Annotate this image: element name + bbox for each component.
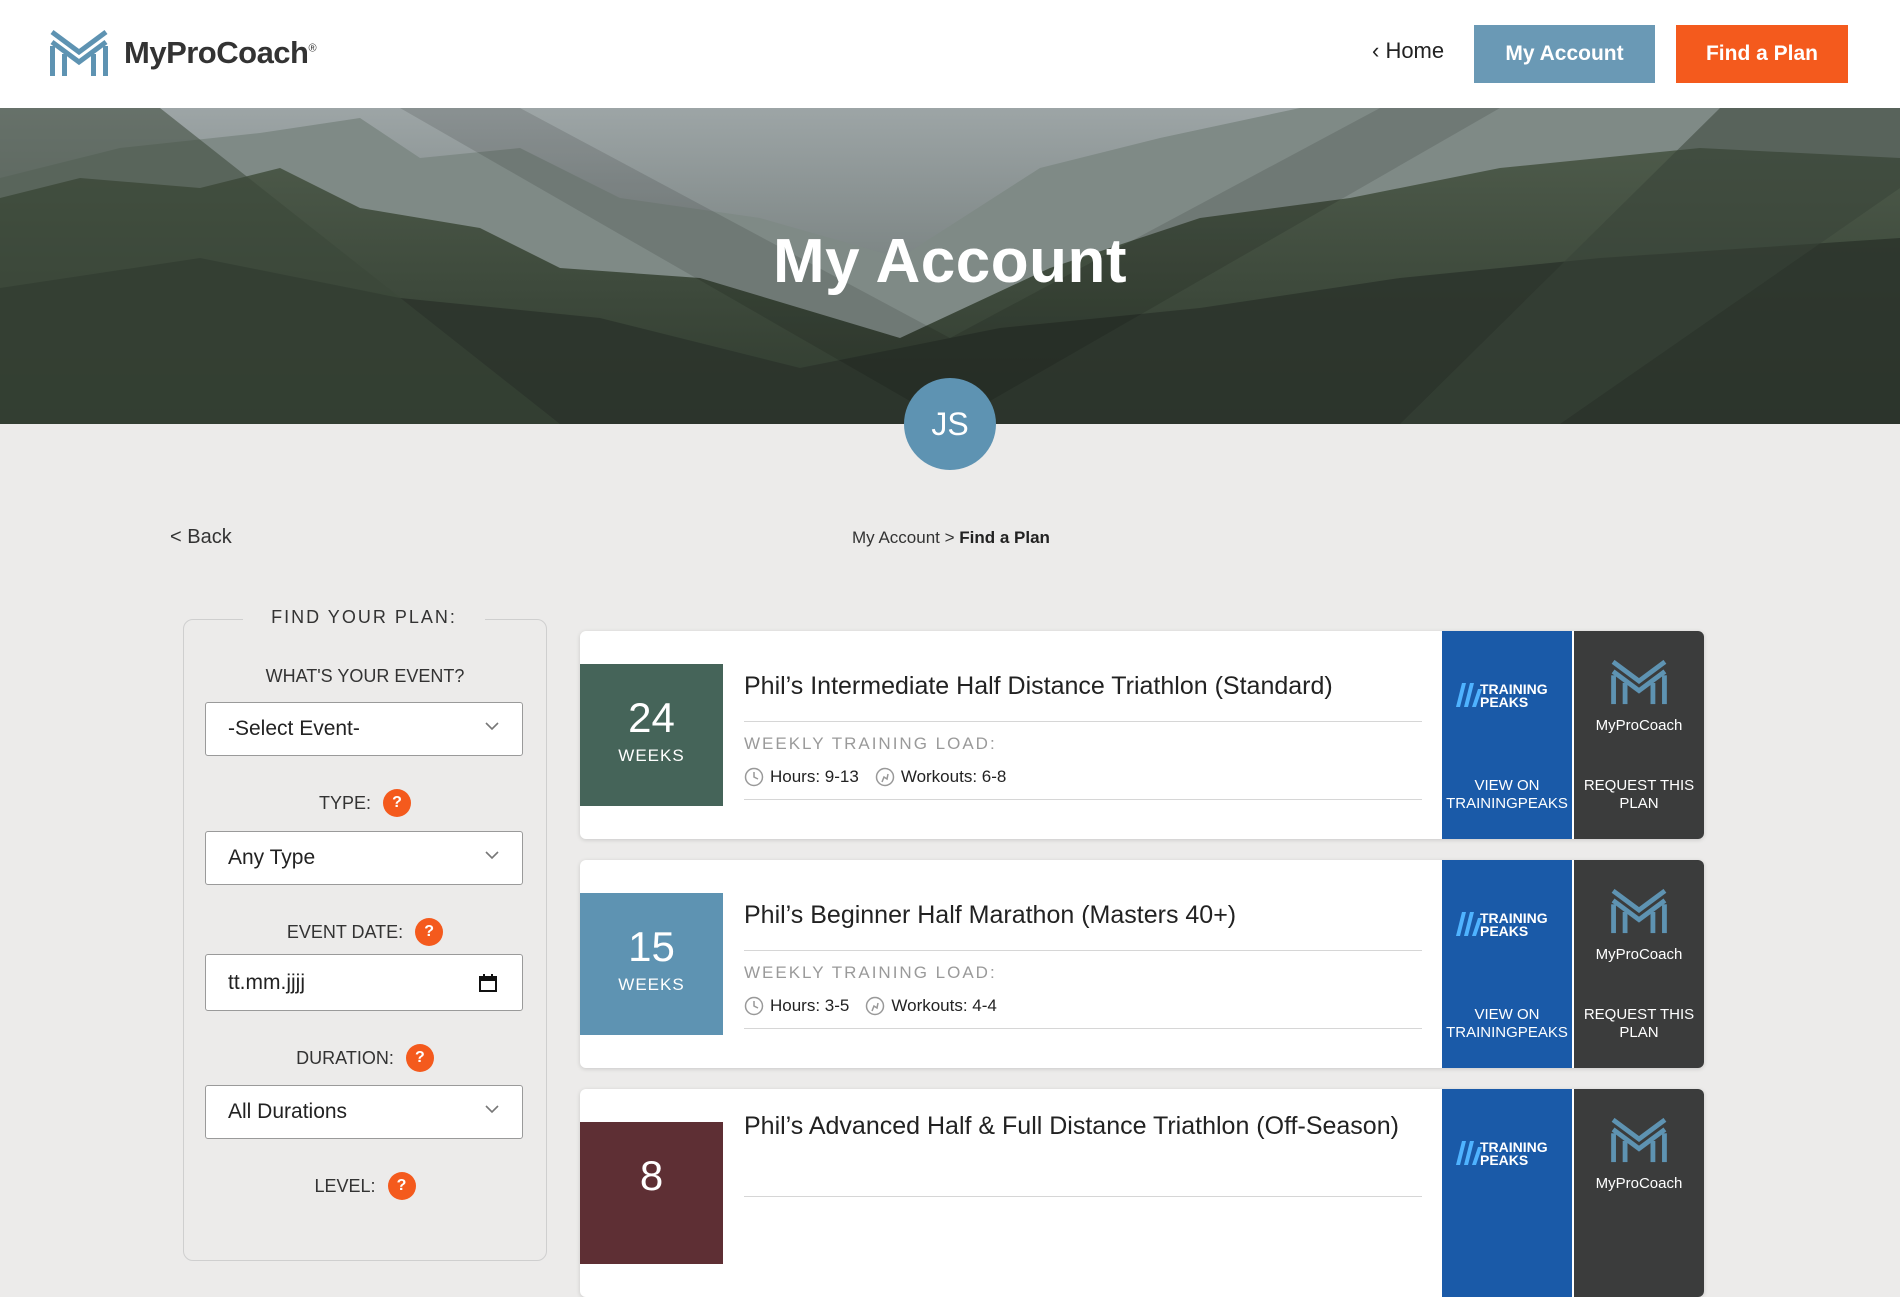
view-on-trainingpeaks-label: VIEW ON TRAININGPEAKS bbox=[1446, 777, 1568, 812]
hours-value: Hours: 3-5 bbox=[770, 996, 850, 1015]
avatar[interactable]: JS bbox=[904, 378, 996, 470]
site-header: MyProCoach® ‹ Home My Account Find a Pla… bbox=[0, 0, 1900, 108]
myprocoach-logo-icon bbox=[1611, 659, 1667, 705]
myprocoach-brand: MyProCoach bbox=[1595, 717, 1683, 734]
divider bbox=[744, 799, 1422, 800]
logo-text: MyProCoach® bbox=[124, 35, 317, 70]
type-select[interactable]: Any Type bbox=[205, 831, 523, 885]
view-on-trainingpeaks-label: VIEW ON TRAININGPEAKS bbox=[1446, 1006, 1568, 1041]
workouts-value: Workouts: 4-4 bbox=[891, 996, 997, 1015]
weeks-label: WEEKS bbox=[618, 746, 685, 765]
weeks-number: 8 bbox=[639, 1152, 664, 1199]
chevron-down-icon bbox=[485, 851, 499, 860]
divider bbox=[744, 1028, 1422, 1029]
breadcrumb-my-account[interactable]: My Account bbox=[852, 528, 940, 547]
myprocoach-logo-icon bbox=[1611, 1117, 1667, 1163]
request-plan-label: REQUEST THIS PLAN bbox=[1583, 777, 1695, 812]
type-label: TYPE:? bbox=[183, 789, 547, 817]
myprocoach-logo-icon bbox=[1611, 888, 1667, 934]
trainingpeaks-brand: TRAINING PEAKS bbox=[1480, 910, 1548, 939]
myprocoach-brand: MyProCoach bbox=[1595, 946, 1683, 963]
back-link[interactable]: < Back bbox=[170, 526, 232, 549]
weeks-badge: 8 bbox=[580, 1122, 723, 1264]
chevron-down-icon bbox=[485, 722, 499, 731]
calendar-icon[interactable] bbox=[478, 973, 498, 993]
runner-icon bbox=[875, 767, 895, 787]
find-a-plan-button[interactable]: Find a Plan bbox=[1676, 25, 1848, 83]
request-plan-button[interactable]: MyProCoach bbox=[1574, 1089, 1704, 1297]
plan-title[interactable]: Phil’s Advanced Half & Full Distance Tri… bbox=[744, 1109, 1424, 1144]
plan-title[interactable]: Phil’s Beginner Half Marathon (Masters 4… bbox=[744, 898, 1424, 933]
myprocoach-logo-icon bbox=[50, 29, 108, 76]
duration-label: DURATION:? bbox=[183, 1044, 547, 1072]
help-icon[interactable]: ? bbox=[387, 1172, 416, 1200]
request-plan-button[interactable]: MyProCoach REQUEST THIS PLAN bbox=[1574, 631, 1704, 839]
weeks-number: 15 bbox=[628, 923, 675, 970]
divider bbox=[744, 721, 1422, 722]
plan-card[interactable]: 15 WEEKS Phil’s Beginner Half Marathon (… bbox=[580, 860, 1704, 1068]
my-account-button[interactable]: My Account bbox=[1474, 25, 1655, 83]
myprocoach-brand: MyProCoach bbox=[1595, 1175, 1683, 1192]
weekly-load-label: WEEKLY TRAINING LOAD: bbox=[744, 963, 997, 982]
plan-card[interactable]: 8 Phil’s Advanced Half & Full Distance T… bbox=[580, 1089, 1704, 1297]
event-date-label: EVENT DATE:? bbox=[183, 918, 547, 946]
view-on-trainingpeaks-button[interactable]: TRAINING PEAKS VIEW ON TRAININGPEAKS bbox=[1442, 860, 1572, 1068]
event-label: WHAT'S YOUR EVENT? bbox=[265, 666, 465, 686]
plan-stats: Hours: 3-5 Workouts: 4-4 bbox=[744, 996, 997, 1016]
breadcrumb-find-a-plan: Find a Plan bbox=[959, 528, 1050, 547]
hours-value: Hours: 9-13 bbox=[770, 767, 859, 786]
divider bbox=[744, 950, 1422, 951]
nav-home-link[interactable]: ‹ Home bbox=[1372, 38, 1444, 64]
event-date-input[interactable]: tt.mm.jjjj bbox=[205, 954, 523, 1011]
breadcrumb-separator: > bbox=[939, 528, 960, 547]
divider bbox=[744, 1196, 1422, 1197]
weeks-label: WEEKS bbox=[618, 975, 685, 994]
workouts-value: Workouts: 6-8 bbox=[900, 767, 1007, 786]
help-icon[interactable]: ? bbox=[405, 1044, 434, 1072]
weeks-badge: 24 WEEKS bbox=[580, 664, 723, 806]
view-on-trainingpeaks-button[interactable]: TRAINING PEAKS VIEW ON TRAININGPEAKS bbox=[1442, 631, 1572, 839]
help-icon[interactable]: ? bbox=[415, 918, 444, 946]
weeks-number: 24 bbox=[628, 694, 675, 741]
clock-icon bbox=[744, 996, 764, 1016]
help-icon[interactable]: ? bbox=[383, 789, 411, 817]
trainingpeaks-brand: TRAINING PEAKS bbox=[1480, 681, 1548, 710]
filter-heading: FIND YOUR PLAN: bbox=[243, 607, 485, 628]
duration-select[interactable]: All Durations bbox=[205, 1085, 523, 1139]
weeks-badge: 15 WEEKS bbox=[580, 893, 723, 1035]
hero-banner: My Account bbox=[0, 108, 1900, 424]
weekly-load-label: WEEKLY TRAINING LOAD: bbox=[744, 734, 997, 753]
clock-icon bbox=[744, 767, 764, 787]
plan-stats: Hours: 9-13 Workouts: 6-8 bbox=[744, 767, 1006, 787]
plan-card[interactable]: 24 WEEKS Phil’s Intermediate Half Distan… bbox=[580, 631, 1704, 839]
level-label: LEVEL:? bbox=[183, 1172, 547, 1200]
chevron-down-icon bbox=[485, 1105, 499, 1114]
request-plan-label: REQUEST THIS PLAN bbox=[1583, 1006, 1695, 1041]
runner-icon bbox=[866, 996, 885, 1016]
plan-title[interactable]: Phil’s Intermediate Half Distance Triath… bbox=[744, 669, 1424, 704]
page-title: My Account bbox=[772, 227, 1128, 296]
trainingpeaks-brand: TRAINING PEAKS bbox=[1480, 1139, 1548, 1168]
request-plan-button[interactable]: MyProCoach REQUEST THIS PLAN bbox=[1574, 860, 1704, 1068]
event-select[interactable]: -Select Event- bbox=[205, 702, 523, 756]
view-on-trainingpeaks-button[interactable]: TRAINING PEAKS bbox=[1442, 1089, 1572, 1297]
logo[interactable]: MyProCoach® bbox=[50, 28, 317, 78]
breadcrumb: My Account > Find a Plan bbox=[852, 528, 1050, 548]
